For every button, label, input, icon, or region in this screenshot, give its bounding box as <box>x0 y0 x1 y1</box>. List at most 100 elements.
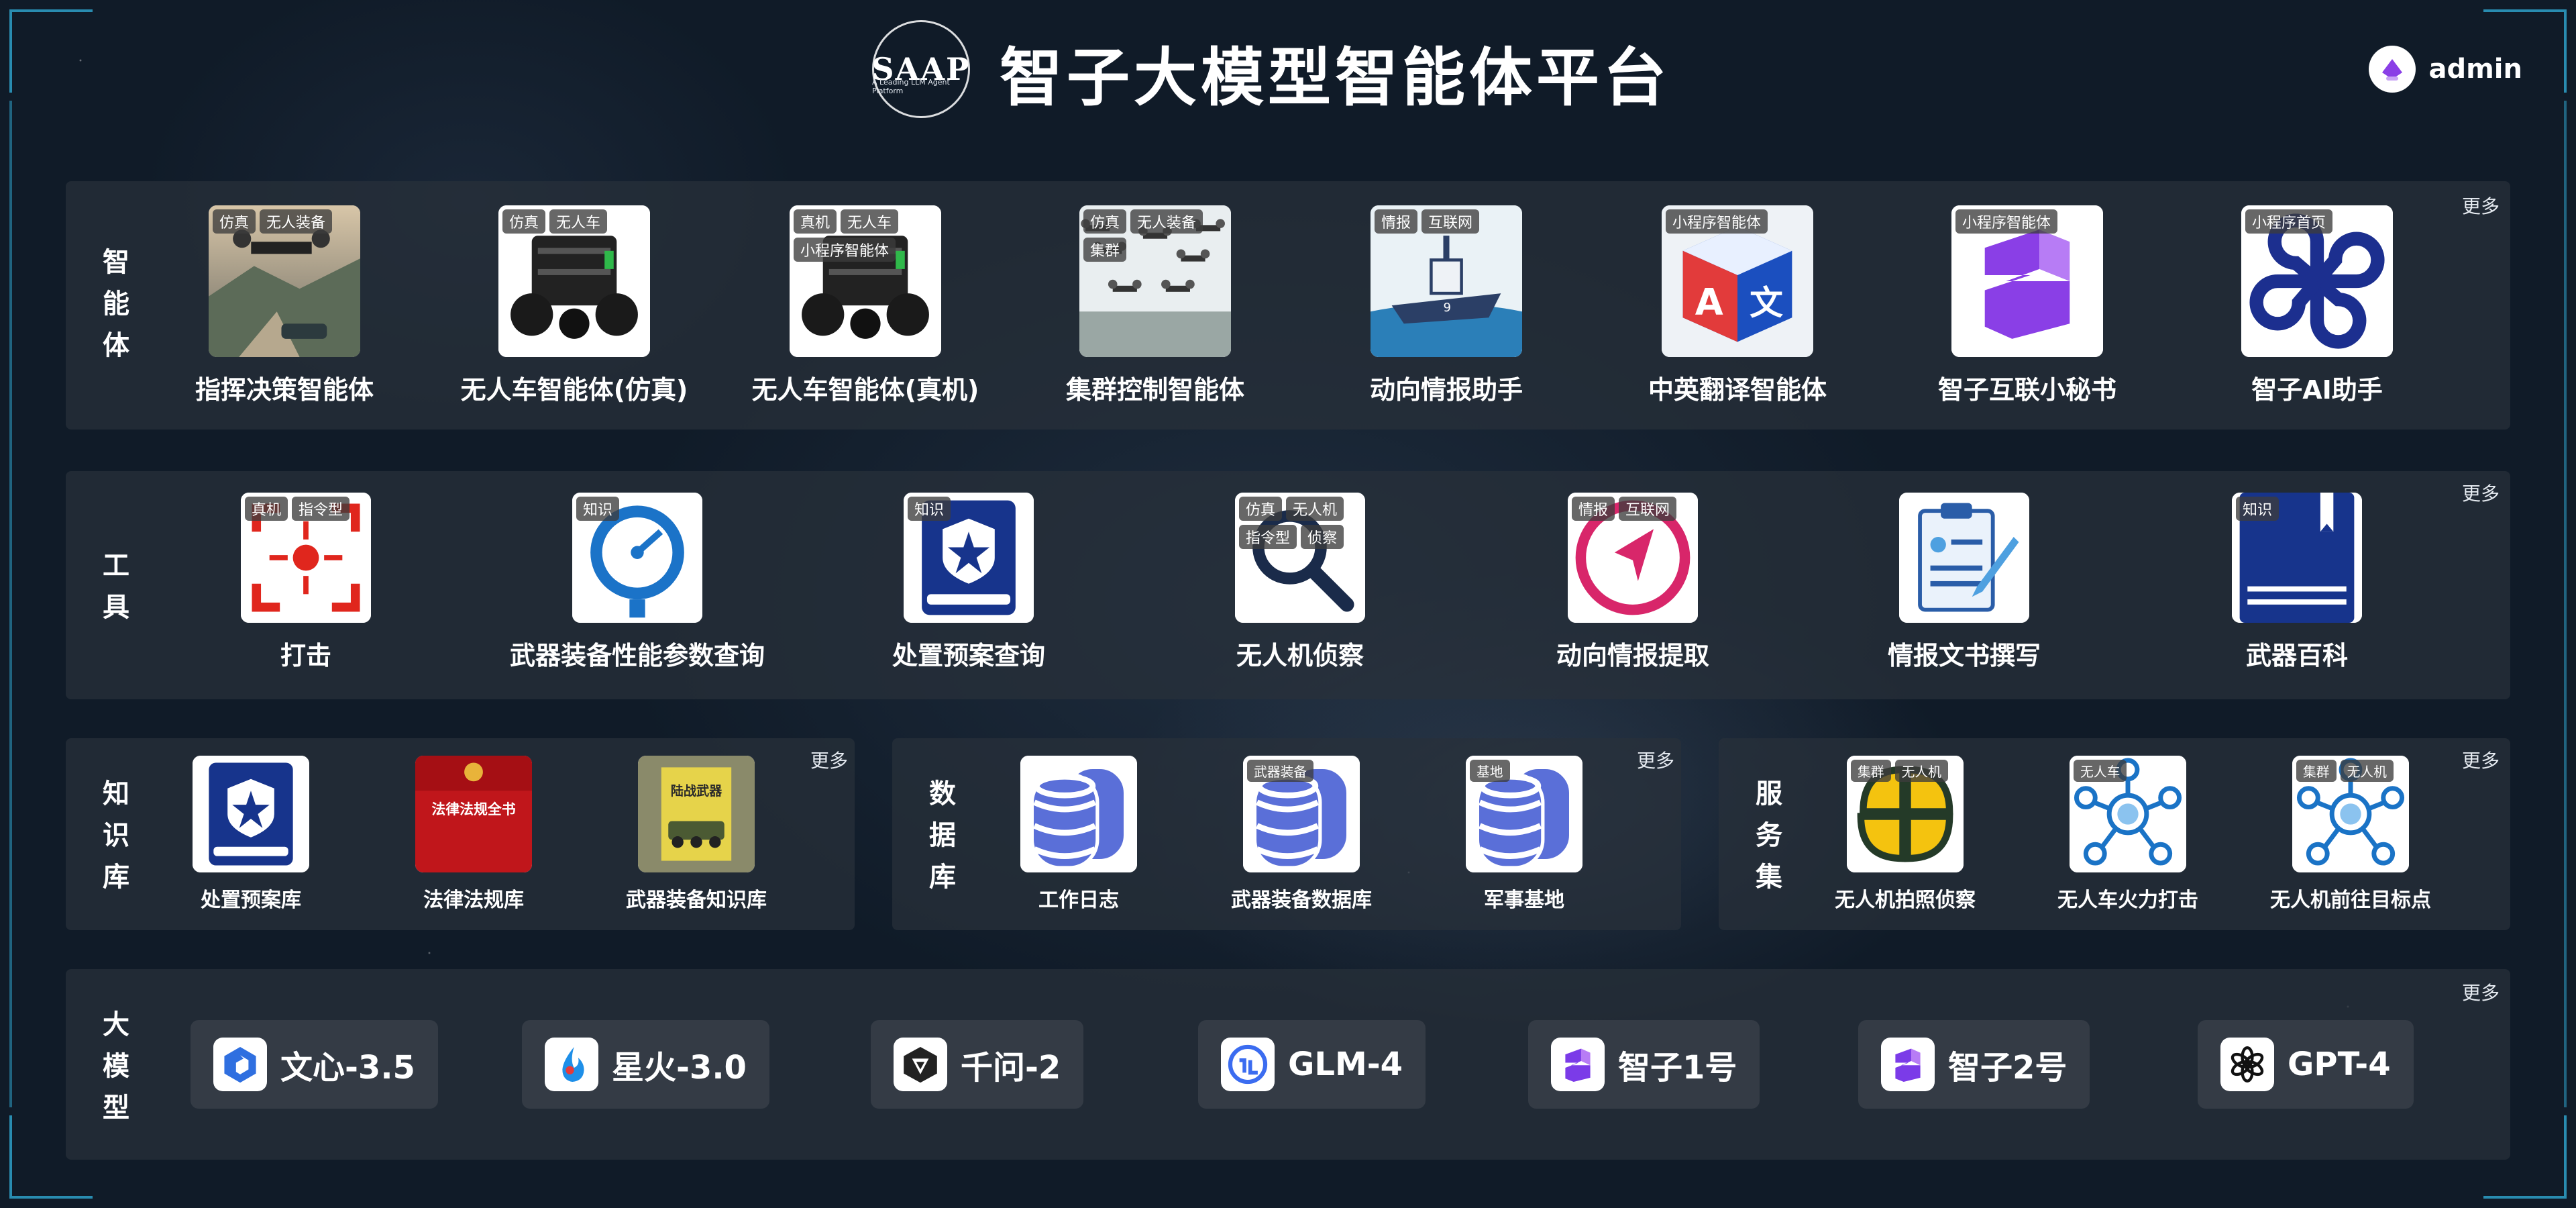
card-shield-book-icon[interactable]: 知识处置预案查询 <box>794 493 1143 672</box>
svg-text:9: 9 <box>1443 301 1451 315</box>
model-name: 千问-2 <box>961 1049 1061 1087</box>
card-magnifier-icon[interactable]: 仿真 无人机 指令型 侦察 无人机侦察 <box>1126 493 1474 672</box>
drone-tank-photo[interactable]: 仿真 无人装备 <box>209 205 360 357</box>
translate-cube-icon[interactable]: A 文 小程序智能体 <box>1662 205 1813 357</box>
card-clover-yellow-icon[interactable]: 集群 无人机 无人机拍照侦察 <box>1798 756 2012 913</box>
law-book-icon[interactable]: 法律法规全书 <box>415 756 532 872</box>
card-label: 处置预案库 <box>201 889 301 912</box>
card-label: 无人车智能体(仿真) <box>460 375 688 405</box>
model-button[interactable]: 智子2号 <box>1858 1020 2090 1109</box>
model-name: 智子1号 <box>1618 1049 1737 1087</box>
network-icon[interactable]: 无人车 <box>2070 756 2186 872</box>
tag-group: 情报 互联网 <box>1572 497 1677 521</box>
tag-group: 真机 无人车 小程序智能体 <box>794 209 933 262</box>
username[interactable]: admin <box>2429 54 2523 85</box>
card-robot-car-photo[interactable]: 仿真 无人车无人车智能体(仿真) <box>413 205 735 406</box>
tag: 真机 <box>245 497 288 521</box>
card-clipboard-icon[interactable]: 情报文书撰写 <box>1790 493 2139 672</box>
robot-car-photo[interactable]: 真机 无人车 小程序智能体 <box>790 205 941 357</box>
card-compass-icon[interactable]: 情报 互联网 动向情报提取 <box>1458 493 1807 672</box>
avatar[interactable] <box>2368 46 2416 93</box>
card-shield-book-icon[interactable]: 处置预案库 <box>144 756 358 913</box>
panel-label-models: 大模型 <box>103 1009 129 1123</box>
tag-group: 情报 互联网 <box>1375 209 1480 234</box>
magnifier-icon[interactable]: 仿真 无人机 指令型 侦察 <box>1235 493 1365 623</box>
shield-book-icon[interactable]: 知识 <box>904 493 1034 623</box>
tag: 指令型 <box>292 497 350 521</box>
model-button[interactable]: 星火-3.0 <box>522 1020 769 1109</box>
weapon-book-icon[interactable]: 陆战武器 <box>638 756 755 872</box>
network-icon[interactable]: 集群 无人机 <box>2292 756 2409 872</box>
tag-group: 武器装备 <box>1247 760 1314 782</box>
purple-z-icon[interactable]: 小程序智能体 <box>1951 205 2103 357</box>
tag: 仿真 <box>1239 497 1283 521</box>
card-label: 武器装备性能参数查询 <box>509 641 765 670</box>
card-warship-icon[interactable]: 9 情报 互联网 动向情报助手 <box>1285 205 1607 406</box>
model-button[interactable]: GLM-4 <box>1198 1020 1426 1109</box>
gauge-icon[interactable]: 知识 <box>572 493 702 623</box>
card-network-icon[interactable]: 集群 无人机 无人机前往目标点 <box>2243 756 2458 913</box>
tag: 小程序智能体 <box>1666 209 1768 234</box>
card-database-icon[interactable]: 工作日志 <box>971 756 1186 913</box>
card-purple-z-icon[interactable]: 小程序智能体 智子互联小秘书 <box>1866 205 2188 406</box>
card-book-icon[interactable]: 知识 武器百科 <box>2123 493 2471 672</box>
tag-group: 知识 <box>908 497 951 521</box>
model-button[interactable]: 文心-3.5 <box>191 1020 438 1109</box>
card-label: 中英翻译智能体 <box>1648 375 1827 405</box>
more-link-models[interactable]: 更多 <box>2462 978 2500 1005</box>
shield-book-icon[interactable] <box>193 756 309 872</box>
more-link-database[interactable]: 更多 <box>1637 746 1674 773</box>
database-icon[interactable]: 武器装备 <box>1243 756 1360 872</box>
tag-group: 小程序智能体 <box>1955 209 2058 234</box>
card-drone-tank-photo[interactable]: 仿真 无人装备 指挥决策智能体 <box>123 205 445 406</box>
clipboard-icon[interactable] <box>1899 493 2029 623</box>
model-button[interactable]: GPT-4 <box>2198 1020 2414 1109</box>
card-label: 处置预案查询 <box>892 641 1045 670</box>
card-translate-cube-icon[interactable]: A 文 小程序智能体中英翻译智能体 <box>1576 205 1898 406</box>
card-drone-swarm-photo[interactable]: 仿真 无人装备 集群 集群控制智能体 <box>994 205 1316 406</box>
tag: 无人车 <box>841 209 899 234</box>
card-law-book-icon[interactable]: 法律法规全书法律法规库 <box>366 756 581 913</box>
tag: 无人车 <box>549 209 608 234</box>
user-menu[interactable]: admin <box>2368 46 2523 93</box>
card-label: 法律法规库 <box>423 889 524 912</box>
frame-line <box>2564 101 2567 1107</box>
robot-car-photo[interactable]: 仿真 无人车 <box>498 205 650 357</box>
card-label: 武器百科 <box>2245 641 2348 670</box>
card-network-icon[interactable]: 无人车 无人车火力打击 <box>2021 756 2235 913</box>
openai-icon <box>2220 1038 2274 1091</box>
more-link-services[interactable]: 更多 <box>2462 746 2500 773</box>
model-button[interactable]: 智子1号 <box>1528 1020 1760 1109</box>
tag: 武器装备 <box>1247 760 1314 782</box>
model-name: 智子2号 <box>1948 1049 2068 1087</box>
book-icon[interactable]: 知识 <box>2232 493 2362 623</box>
database-icon[interactable]: 基地 <box>1466 756 1582 872</box>
tag-group: 集群 无人机 <box>1851 760 1948 782</box>
panel-label-database: 数据库 <box>929 778 956 893</box>
compass-icon[interactable]: 情报 互联网 <box>1568 493 1698 623</box>
tag: 无人机 <box>1286 497 1344 521</box>
card-database-icon[interactable]: 武器装备 武器装备数据库 <box>1194 756 1409 913</box>
card-database-icon[interactable]: 基地 军事基地 <box>1417 756 1631 913</box>
xinghuo-icon <box>545 1038 598 1091</box>
clover-icon[interactable]: 小程序首页 <box>2241 205 2393 357</box>
model-button[interactable]: 千问-2 <box>871 1020 1084 1109</box>
target-icon[interactable]: 真机 指令型 <box>241 493 371 623</box>
saap-logo[interactable]: SAAP <box>871 20 970 118</box>
warship-icon[interactable]: 9 情报 互联网 <box>1371 205 1522 357</box>
tag: 真机 <box>794 209 837 234</box>
tag-group: 仿真 无人机 指令型 侦察 <box>1239 497 1358 549</box>
tag: 无人机 <box>1894 760 1948 782</box>
more-link-knowledge[interactable]: 更多 <box>810 746 848 773</box>
drone-swarm-photo[interactable]: 仿真 无人装备 集群 <box>1079 205 1231 357</box>
card-clover-icon[interactable]: 小程序首页 智子AI助手 <box>2156 205 2478 406</box>
card-robot-car-photo[interactable]: 真机 无人车 小程序智能体 无人车智能体(真机) <box>704 205 1026 406</box>
clover-yellow-icon[interactable]: 集群 无人机 <box>1847 756 1964 872</box>
database-icon[interactable] <box>1020 756 1137 872</box>
tag-group: 小程序智能体 <box>1666 209 1768 234</box>
card-weapon-book-icon[interactable]: 陆战武器 武器装备知识库 <box>589 756 804 913</box>
tag: 知识 <box>908 497 951 521</box>
card-target-icon[interactable]: 真机 指令型 打击 <box>131 493 480 672</box>
tag: 无人装备 <box>260 209 333 234</box>
card-gauge-icon[interactable]: 知识武器装备性能参数查询 <box>463 493 812 672</box>
